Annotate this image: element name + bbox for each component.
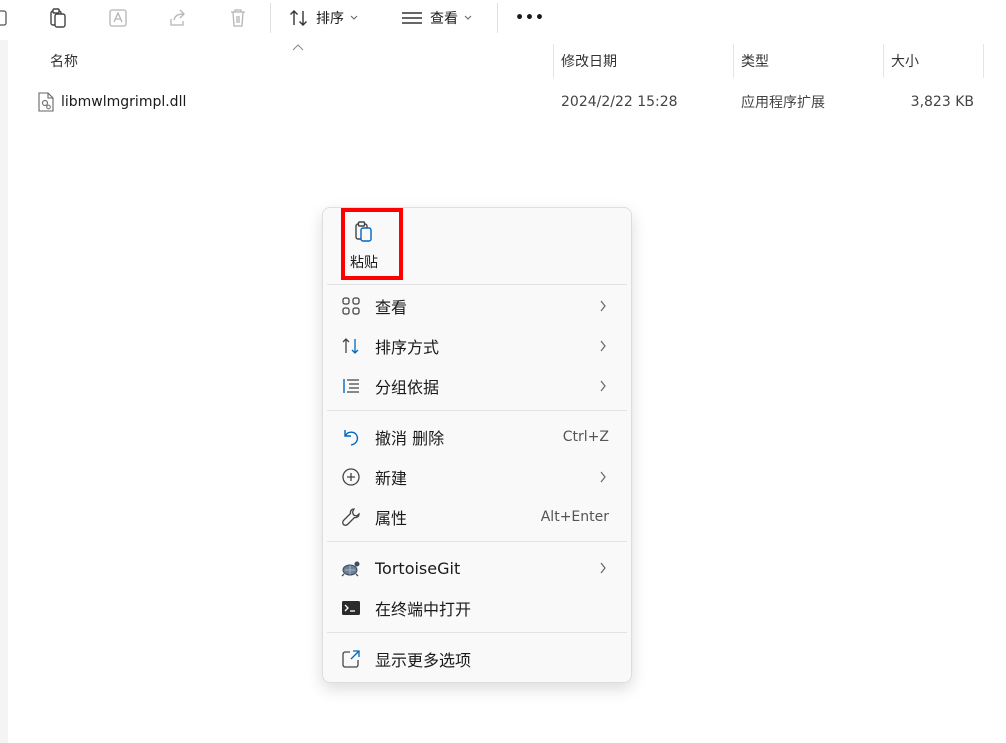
more-icon: ••• xyxy=(515,10,545,26)
menu-item-open-in-terminal[interactable]: 在终端中打开 xyxy=(327,590,627,626)
sort-ascending-icon xyxy=(292,44,304,51)
cut-button[interactable] xyxy=(0,4,10,32)
rename-button[interactable] xyxy=(104,4,132,32)
menu-item-tortoisegit[interactable]: TortoiseGit xyxy=(327,550,627,586)
column-divider[interactable] xyxy=(553,44,554,78)
file-type: 应用程序扩展 xyxy=(741,95,825,111)
file-date: 2024/2/22 15:28 xyxy=(561,94,678,110)
wrench-icon xyxy=(341,507,361,527)
menu-item-label: 排序方式 xyxy=(375,338,440,357)
view-lines-icon xyxy=(402,12,422,24)
menu-item-shortcut: Ctrl+Z xyxy=(562,429,609,445)
rename-icon xyxy=(109,9,127,27)
column-divider[interactable] xyxy=(733,44,734,78)
view-button[interactable]: 查看 xyxy=(400,4,480,32)
new-icon xyxy=(341,467,361,487)
column-type[interactable]: 类型 xyxy=(741,44,769,78)
share-button[interactable] xyxy=(164,4,192,32)
terminal-icon xyxy=(341,598,361,618)
chevron-down-icon xyxy=(464,15,472,20)
column-divider[interactable] xyxy=(983,44,984,78)
menu-item-sort-by[interactable]: 排序方式 xyxy=(327,328,627,364)
copy-button[interactable] xyxy=(44,4,72,32)
view-label: 查看 xyxy=(430,11,458,27)
grid-view-icon xyxy=(341,296,361,316)
column-divider[interactable] xyxy=(883,44,884,78)
copy-icon xyxy=(50,8,66,28)
menu-item-label: 查看 xyxy=(375,298,408,317)
file-size: 3,823 KB xyxy=(910,94,974,110)
column-date[interactable]: 修改日期 xyxy=(561,44,617,78)
trash-icon xyxy=(231,9,245,27)
column-size[interactable]: 大小 xyxy=(891,44,919,78)
chevron-right-icon xyxy=(600,471,606,483)
more-options-icon xyxy=(341,649,361,669)
menu-separator xyxy=(327,284,627,285)
toolbar-separator xyxy=(497,3,498,33)
menu-item-view[interactable]: 查看 xyxy=(327,288,627,324)
sort-button[interactable]: 排序 xyxy=(288,4,368,32)
menu-item-properties[interactable]: 属性 Alt+Enter xyxy=(327,499,627,535)
menu-item-label: 撤消 删除 xyxy=(375,429,445,448)
chevron-right-icon xyxy=(600,380,606,392)
toolbar-separator xyxy=(270,3,271,33)
menu-item-label: TortoiseGit xyxy=(375,558,461,578)
delete-button[interactable] xyxy=(224,4,252,32)
sort-label: 排序 xyxy=(316,11,344,27)
chevron-right-icon xyxy=(600,340,606,352)
undo-icon xyxy=(341,427,361,447)
group-by-icon xyxy=(341,376,361,396)
chevron-right-icon xyxy=(600,562,606,574)
chevron-right-icon xyxy=(600,300,606,312)
menu-item-shortcut: Alt+Enter xyxy=(540,509,609,525)
column-name[interactable]: 名称 xyxy=(50,44,78,78)
menu-item-label: 新建 xyxy=(375,469,408,488)
menu-separator xyxy=(327,541,627,542)
chevron-down-icon xyxy=(350,15,358,20)
more-options-button[interactable]: ••• xyxy=(512,4,548,32)
paste-label: 粘贴 xyxy=(350,255,378,271)
menu-item-label: 属性 xyxy=(375,509,408,528)
sort-icon xyxy=(341,336,361,356)
dll-file-icon xyxy=(38,92,54,112)
menu-separator xyxy=(327,410,627,411)
menu-item-undo-delete[interactable]: 撤消 删除 Ctrl+Z xyxy=(327,419,627,455)
paste-button[interactable]: 粘贴 xyxy=(341,208,403,280)
menu-item-label: 显示更多选项 xyxy=(375,651,472,670)
share-icon xyxy=(170,9,185,26)
command-bar: 排序 查看 ••• xyxy=(0,0,1006,40)
menu-separator xyxy=(327,632,627,633)
tortoisegit-icon xyxy=(341,558,361,578)
file-name: libmwlmgrimpl.dll xyxy=(61,94,187,110)
sort-icon xyxy=(290,10,307,26)
context-menu: 粘贴 查看 排序方式 分组依据 撤消 删除 Ctrl+Z 新建 属性 Alt+E… xyxy=(322,207,632,683)
menu-item-group-by[interactable]: 分组依据 xyxy=(327,368,627,404)
file-row[interactable]: libmwlmgrimpl.dll 2024/2/22 15:28 应用程序扩展… xyxy=(0,86,1006,118)
menu-item-new[interactable]: 新建 xyxy=(327,459,627,495)
menu-item-label: 在终端中打开 xyxy=(375,600,472,619)
menu-item-label: 分组依据 xyxy=(375,378,440,397)
menu-item-show-more-options[interactable]: 显示更多选项 xyxy=(327,641,627,677)
column-header: 名称 修改日期 类型 大小 xyxy=(0,44,1006,78)
paste-icon xyxy=(355,221,372,242)
